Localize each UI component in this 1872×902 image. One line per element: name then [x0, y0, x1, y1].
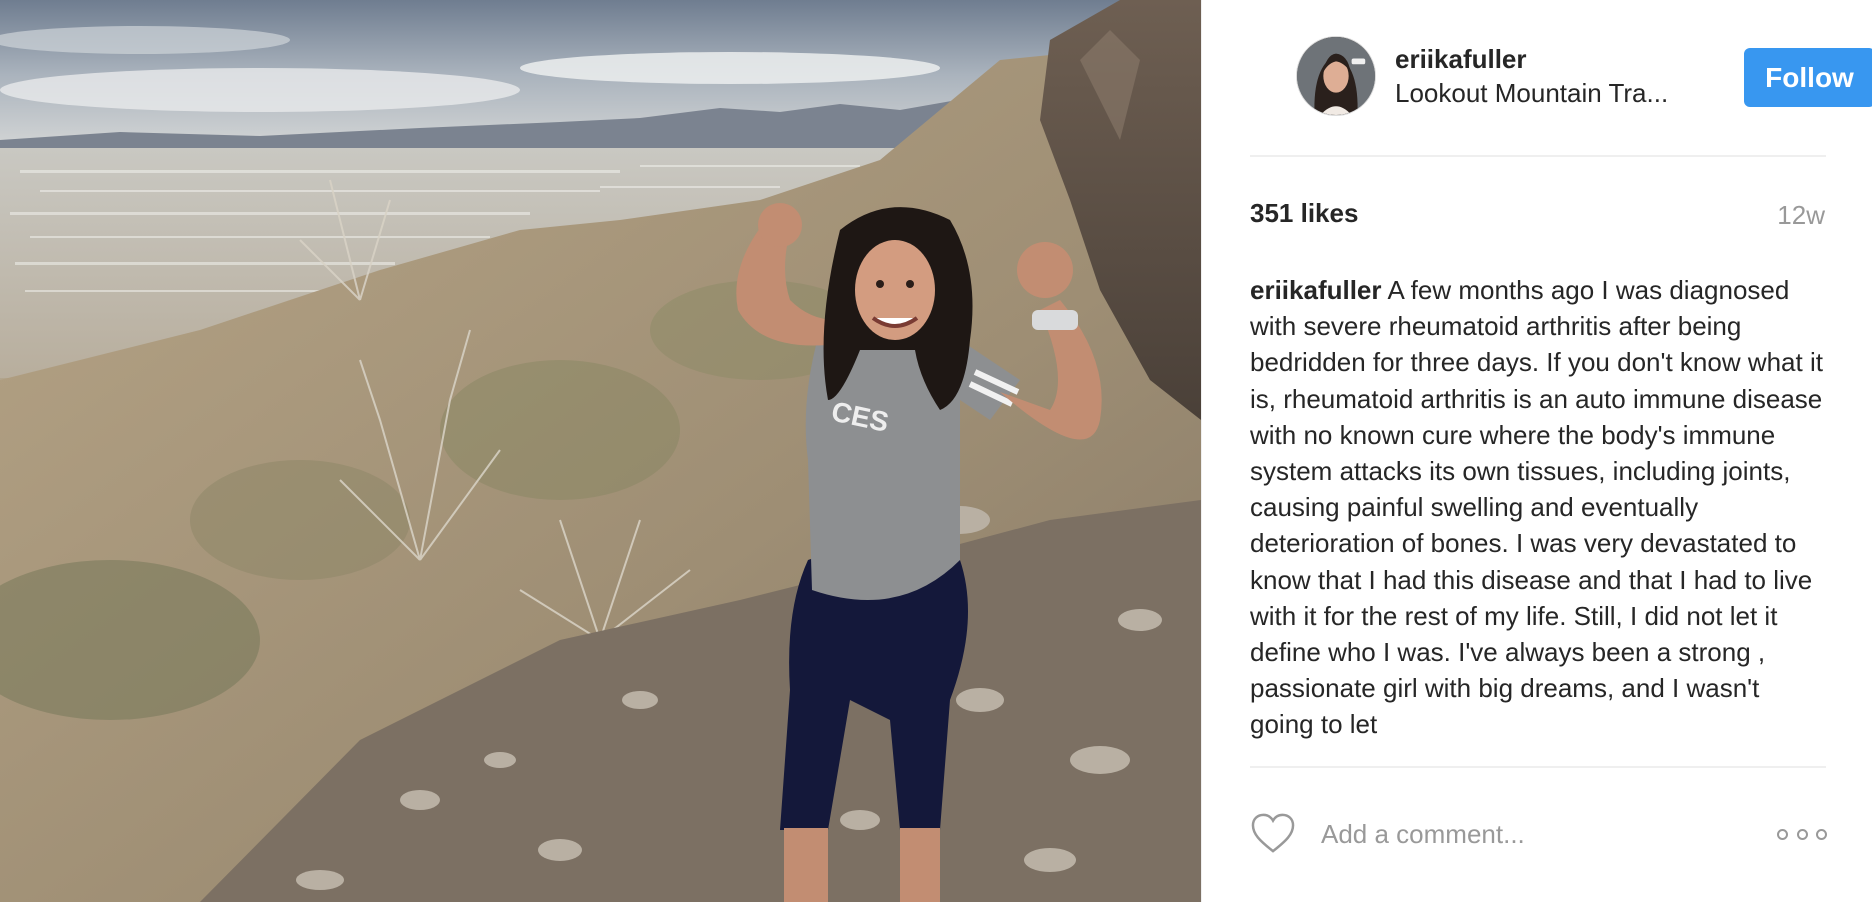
dot-icon — [1816, 828, 1827, 840]
post-photo[interactable]: CES — [0, 0, 1201, 902]
post-caption: eriikafuller A few months ago I was diagn… — [1250, 272, 1830, 765]
follow-button[interactable]: Follow — [1744, 48, 1872, 107]
heart-icon[interactable] — [1250, 812, 1296, 854]
location-link[interactable]: Lookout Mountain Tra... — [1395, 78, 1705, 109]
caption-username[interactable]: eriikafuller — [1250, 275, 1382, 305]
dot-icon — [1796, 828, 1808, 840]
more-options-icon[interactable] — [1777, 822, 1827, 846]
comment-input[interactable] — [1321, 812, 1721, 856]
avatar-image — [1297, 37, 1375, 115]
avatar[interactable] — [1296, 36, 1376, 116]
likes-count[interactable]: 351 likes — [1250, 198, 1358, 229]
hiking-photo-illustration: CES — [0, 0, 1201, 902]
post-details-panel: eriikafuller Lookout Mountain Tra... Fol… — [1201, 0, 1872, 902]
divider — [1250, 155, 1826, 157]
caption-text: A few months ago I was diagnosed with se… — [1250, 275, 1823, 740]
post-header: eriikafuller Lookout Mountain Tra... Fol… — [1250, 36, 1872, 118]
username-link[interactable]: eriikafuller — [1395, 44, 1527, 75]
post-timestamp[interactable]: 12w — [1777, 200, 1825, 231]
dot-icon — [1777, 828, 1788, 840]
divider — [1250, 766, 1826, 768]
